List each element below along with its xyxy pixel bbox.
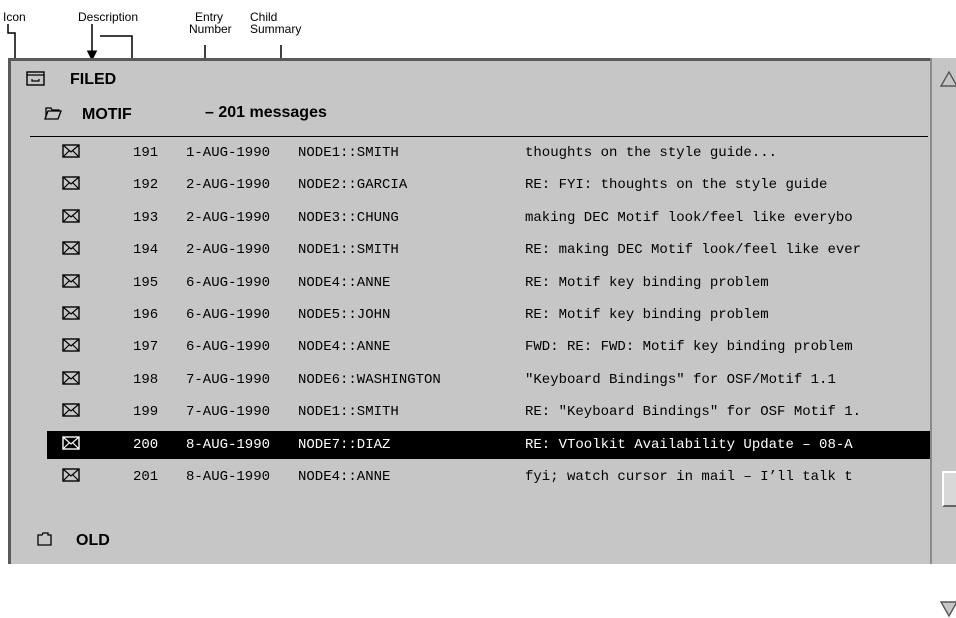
message-sender: NODE1::SMITH bbox=[298, 145, 399, 161]
folder-label-filed: FILED bbox=[70, 71, 117, 88]
message-row[interactable]: 195 6-AUG-1990 NODE4::ANNE RE: Motif key bi… bbox=[47, 269, 932, 297]
envelope-icon bbox=[62, 209, 80, 225]
message-row[interactable]: 201 8-AUG-1990 NODE4::ANNE fyi; watch curso… bbox=[47, 463, 932, 491]
message-number: 194 bbox=[133, 242, 159, 259]
message-date: 8-AUG-1990 bbox=[186, 469, 271, 485]
message-sender: NODE1::SMITH bbox=[298, 242, 399, 259]
message-row[interactable]: 198 7-AUG-1990 NODE6::WASHINGTON "Keyboard … bbox=[47, 366, 932, 394]
message-row[interactable]: 194 2-AUG-1990 NODE1::SMITH RE: making DEC … bbox=[47, 236, 932, 264]
message-sender: NODE1::SMITH bbox=[298, 404, 399, 421]
message-row[interactable]: 196 6-AUG-1990 NODE5::JOHN RE: Motif key bi… bbox=[47, 301, 932, 329]
envelope-icon bbox=[62, 371, 80, 387]
envelope-icon bbox=[62, 403, 80, 419]
message-row[interactable]: 192 2-AUG-1990 NODE2::GARCIA RE: FYI: thoug… bbox=[47, 171, 932, 199]
folder-label-motif: MOTIF bbox=[82, 106, 132, 123]
message-number: 191 bbox=[133, 145, 159, 161]
envelope-icon bbox=[62, 241, 80, 257]
message-subject: making DEC Motif look/feel like everybo bbox=[525, 209, 853, 226]
envelope-icon bbox=[62, 338, 80, 354]
scrollbar[interactable] bbox=[930, 58, 956, 618]
message-row[interactable]: 197 6-AUG-1990 NODE4::ANNE FWD: RE: FWD: Mo… bbox=[47, 333, 932, 361]
message-subject: "Keyboard Bindings" for OSF/Motif 1.1 bbox=[525, 371, 836, 388]
envelope-icon bbox=[62, 176, 80, 192]
message-date: 2-AUG-1990 bbox=[186, 177, 271, 194]
message-date: 2-AUG-1990 bbox=[186, 209, 271, 226]
envelope-icon bbox=[62, 144, 80, 160]
message-number: 201 bbox=[133, 469, 159, 485]
message-date: 6-AUG-1990 bbox=[186, 339, 271, 356]
message-sender: NODE4::ANNE bbox=[298, 274, 391, 291]
message-subject: RE: making DEC Motif look/feel like ever bbox=[525, 242, 862, 259]
message-sender: NODE4::ANNE bbox=[298, 339, 391, 356]
message-date: 6-AUG-1990 bbox=[186, 274, 271, 291]
message-date: 7-AUG-1990 bbox=[186, 404, 271, 421]
message-number: 196 bbox=[133, 307, 159, 323]
message-subject: thoughts on the style guide... bbox=[525, 145, 778, 161]
divider bbox=[30, 136, 928, 137]
envelope-icon bbox=[62, 306, 80, 322]
message-row[interactable]: 199 7-AUG-1990 NODE1::SMITH RE: "Keyboard B… bbox=[47, 398, 932, 426]
message-sender: NODE6::WASHINGTON bbox=[298, 371, 441, 388]
envelope-icon bbox=[62, 273, 80, 290]
envelope-icon bbox=[62, 435, 80, 452]
message-sender: NODE4::ANNE bbox=[298, 469, 391, 485]
message-number: 197 bbox=[133, 339, 159, 356]
message-number: 192 bbox=[133, 177, 159, 194]
folder-label-old: OLD bbox=[76, 532, 110, 549]
message-date: 1-AUG-1990 bbox=[186, 145, 271, 161]
message-sender: NODE3::CHUNG bbox=[298, 209, 399, 226]
message-sender: NODE5::JOHN bbox=[298, 307, 391, 323]
message-row[interactable]: 193 2-AUG-1990 NODE3::CHUNG making DEC Moti… bbox=[47, 204, 932, 232]
message-row[interactable]: 191 1-AUG-1990 NODE1::SMITH thoughts on the… bbox=[47, 139, 932, 167]
message-row[interactable]: 200 8-AUG-1990 NODE7::DIAZ RE: VToolkit Ava… bbox=[47, 430, 932, 459]
folder-old[interactable]: OLD bbox=[36, 530, 110, 552]
message-subject: RE: Motif key binding problem bbox=[525, 307, 769, 323]
folder-filed[interactable]: FILED bbox=[26, 69, 116, 91]
envelope-icon bbox=[62, 468, 80, 484]
scroll-down-arrow-icon[interactable] bbox=[940, 600, 956, 618]
scrollbar-thumb[interactable] bbox=[942, 471, 956, 507]
message-number: 193 bbox=[133, 209, 159, 226]
message-number: 200 bbox=[133, 436, 159, 453]
message-subject: RE: FYI: thoughts on the style guide bbox=[525, 177, 828, 194]
open-folder-icon bbox=[44, 105, 64, 126]
filed-drawer-icon bbox=[26, 69, 46, 92]
message-number: 195 bbox=[133, 274, 159, 291]
message-number: 198 bbox=[133, 371, 159, 388]
closed-folder-icon bbox=[36, 531, 54, 552]
message-date: 6-AUG-1990 bbox=[186, 307, 271, 323]
message-sender: NODE2::GARCIA bbox=[298, 177, 408, 194]
scroll-up-arrow-icon[interactable] bbox=[940, 70, 956, 88]
folder-motif-summary: – 201 messages bbox=[205, 104, 327, 121]
message-date: 7-AUG-1990 bbox=[186, 371, 271, 388]
message-sender: NODE7::DIAZ bbox=[298, 436, 391, 453]
message-subject: RE: VToolkit Availability Update – 08-A bbox=[525, 436, 853, 453]
message-date: 2-AUG-1990 bbox=[186, 242, 271, 259]
folder-motif[interactable]: MOTIF bbox=[44, 104, 132, 126]
message-subject: RE: Motif key binding problem bbox=[525, 274, 769, 291]
message-subject: FWD: RE: FWD: Motif key binding problem bbox=[525, 339, 853, 356]
message-date: 8-AUG-1990 bbox=[186, 436, 271, 453]
message-subject: RE: "Keyboard Bindings" for OSF Motif 1. bbox=[525, 404, 862, 421]
message-subject: fyi; watch cursor in mail – I’ll talk t bbox=[525, 469, 853, 485]
message-number: 199 bbox=[133, 404, 159, 421]
